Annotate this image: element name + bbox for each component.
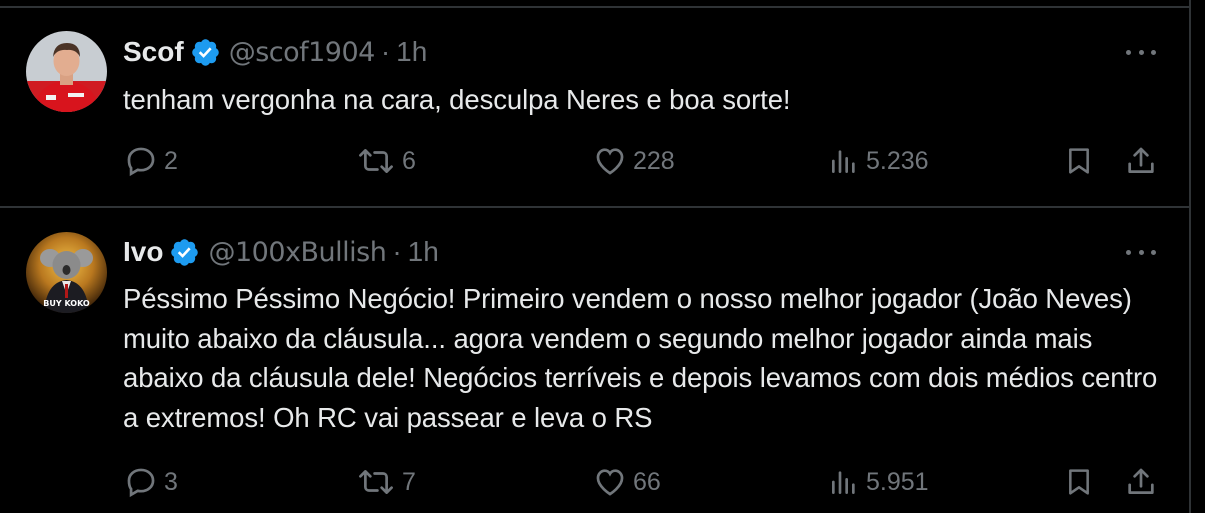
like-count: 228 [633,146,675,175]
separator-dot: · [380,36,391,67]
bookmark-button[interactable] [1063,462,1095,502]
display-name[interactable]: Ivo [123,236,163,268]
views-button[interactable]: 5.951 [828,462,929,502]
avatar-ivo[interactable]: BUY KOKO [26,232,107,313]
tweet-actions: 3 7 66 5.951 [0,462,1189,502]
reply-count: 3 [164,467,178,496]
avatar-scof[interactable] [26,31,107,112]
share-button[interactable] [1124,141,1158,181]
timestamp[interactable]: 1h [396,36,427,68]
tweet-text: tenham vergonha na cara, desculpa Neres … [123,84,791,115]
like-button[interactable]: 228 [593,141,675,181]
timestamp[interactable]: 1h [408,236,439,268]
separator-dot: · [392,236,402,267]
user-handle[interactable]: @scof1904 [229,37,376,68]
reply-button[interactable]: 2 [124,141,178,181]
timeline: Scof @scof1904 · 1h tenham vergonha na c… [0,0,1205,513]
share-icon [1128,147,1154,173]
verified-badge-icon [171,238,199,266]
like-button[interactable]: 66 [593,462,661,502]
view-count: 5.236 [866,146,929,175]
repost-count: 7 [402,467,416,496]
avatar-image [26,31,107,112]
reply-icon [127,468,155,498]
column-border [1189,0,1191,513]
repost-icon [359,149,393,173]
verified-badge-icon [191,38,219,66]
reply-icon [127,147,155,177]
tweet-1[interactable]: Scof @scof1904 · 1h tenham vergonha na c… [0,0,1189,207]
view-count: 5.951 [866,467,929,496]
heart-icon [596,469,624,496]
repost-icon [359,470,393,494]
analytics-icon [832,471,855,494]
tweet-header: Ivo @100xBullish · 1h [123,232,439,272]
bookmark-button[interactable] [1063,141,1095,181]
heart-icon [596,148,624,175]
bookmark-icon [1069,469,1089,495]
more-options-icon[interactable] [1126,247,1156,257]
reply-count: 2 [164,146,178,175]
display-name[interactable]: Scof [123,36,184,68]
repost-count: 6 [402,146,416,175]
tweet-text: Péssimo Péssimo Negócio! Primeiro vendem… [123,283,1158,433]
user-handle[interactable]: @100xBullish [208,237,386,268]
tweet-actions: 2 6 228 5.236 [0,141,1189,181]
tweet-header: Scof @scof1904 · 1h [123,32,427,72]
share-button[interactable] [1124,462,1158,502]
bookmark-icon [1069,148,1089,174]
avatar-image: BUY KOKO [26,232,107,313]
more-options-icon[interactable] [1126,47,1156,57]
views-button[interactable]: 5.236 [828,141,929,181]
repost-button[interactable]: 6 [356,141,416,181]
analytics-icon [832,150,855,173]
avatar-caption: BUY KOKO [43,299,90,308]
reply-button[interactable]: 3 [124,462,178,502]
share-icon [1128,468,1154,494]
tweet-2[interactable]: BUY KOKO Ivo @100xBullish · 1h Péssimo P… [0,208,1189,513]
repost-button[interactable]: 7 [356,462,416,502]
like-count: 66 [633,467,661,496]
